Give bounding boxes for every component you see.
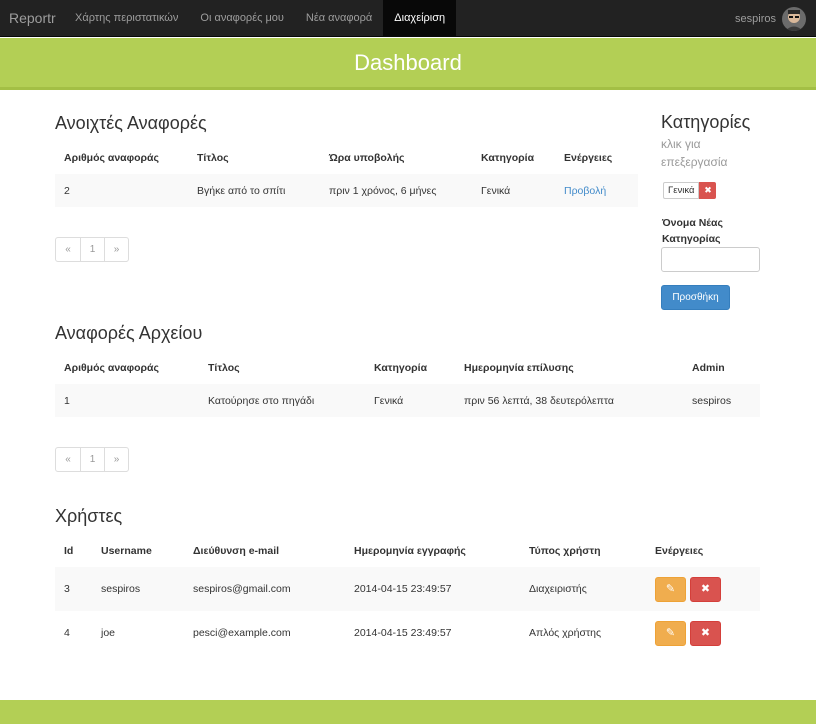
column-header: Αριθμός αναφοράς [64, 151, 159, 164]
users-heading: Χρήστες [55, 506, 123, 526]
archive-reports-heading: Αναφορές Αρχείου [55, 323, 203, 343]
footer-strip [0, 700, 816, 724]
open-reports-pagination: « 1 » [55, 237, 129, 262]
remove-icon: ✖ [700, 626, 711, 639]
nav-item-my-reports[interactable]: Οι αναφορές μου [189, 0, 295, 37]
category-tag[interactable]: Γενικά ✖ [663, 182, 717, 199]
user-username: joe [101, 627, 116, 639]
column-header: Ώρα υποβολής [329, 151, 405, 164]
new-category-label: Όνομα Νέας Κατηγορίας [662, 217, 723, 245]
pencil-icon: ✎ [665, 582, 676, 595]
delete-user-button[interactable]: ✖ [689, 620, 721, 646]
column-header: Username [101, 544, 152, 557]
user-actions: ✎ ✖ [646, 567, 760, 611]
categories-heading: Κατηγορίες [661, 112, 751, 132]
avatar [782, 6, 806, 31]
nav-item-admin[interactable]: Διαχείριση [383, 0, 457, 37]
archive-reports-pagination: « 1 » [55, 447, 129, 472]
column-header: Κατηγορία [374, 361, 428, 374]
column-header: Ημερομηνία εγγραφής [354, 544, 466, 557]
column-header: Admin [692, 361, 725, 374]
report-title: Κατούρησε στο πηγάδι [199, 384, 365, 417]
username-label: sespiros [735, 12, 776, 25]
user-actions: ✎ ✖ [646, 611, 760, 655]
column-header: Αριθμός αναφοράς [64, 361, 159, 374]
users-table: Id Username Διεύθυνση e-mail Ημερομηνία … [55, 534, 760, 655]
user-type: Απλός χρήστης [529, 627, 602, 639]
nav-item-new-report[interactable]: Νέα αναφορά [295, 0, 383, 37]
column-header: Διεύθυνση e-mail [193, 544, 280, 557]
user-menu[interactable]: sespiros [735, 4, 806, 33]
navbar: Reportr Χάρτης περιστατικών Οι αναφορές … [0, 0, 816, 37]
nav-item-incident-map[interactable]: Χάρτης περιστατικών [64, 0, 189, 37]
column-header: Κατηγορία [481, 151, 535, 164]
pagination-prev[interactable]: « [56, 448, 80, 471]
categories-hint: κλικ για επεξεργασία [661, 137, 728, 169]
pagination-next[interactable]: » [104, 448, 128, 471]
table-header-row: Id Username Διεύθυνση e-mail Ημερομηνία … [55, 534, 760, 567]
column-header: Τίτλος [197, 151, 229, 164]
table-row: 1 Κατούρησε στο πηγάδι Γενικά πριν 56 λε… [55, 384, 760, 417]
new-category-input[interactable] [661, 247, 760, 272]
table-header-row: Αριθμός αναφοράς Τίτλος Κατηγορία Ημερομ… [55, 351, 760, 384]
report-admin: sespiros [683, 384, 760, 417]
pencil-icon: ✎ [665, 626, 676, 639]
report-title: Βγήκε από το σπίτι [188, 174, 320, 207]
user-id: 4 [64, 627, 70, 639]
column-header: Τύπος χρήστη [529, 544, 601, 557]
edit-user-button[interactable]: ✎ [655, 576, 686, 602]
page-title: Dashboard [354, 50, 462, 75]
add-category-button[interactable]: Προσθήκη [661, 285, 730, 310]
view-report-link[interactable]: Προβολή [564, 185, 606, 197]
user-registered: 2014-04-15 23:49:57 [345, 567, 520, 611]
remove-icon[interactable]: ✖ [699, 182, 717, 199]
user-email: pesci@example.com [193, 627, 291, 639]
remove-icon: ✖ [700, 582, 711, 595]
report-submitted: πριν 1 χρόνος, 6 μήνες [320, 174, 472, 207]
column-header: Ημερομηνία επίλυσης [464, 361, 574, 374]
category-tag-label[interactable]: Γενικά [663, 182, 700, 199]
report-resolved: πριν 56 λεπτά, 38 δευτερόλεπτα [455, 384, 683, 417]
pagination-page[interactable]: 1 [80, 238, 104, 261]
user-id: 3 [55, 567, 92, 611]
pagination-next[interactable]: » [104, 238, 128, 261]
brand-logo[interactable]: Reportr [9, 0, 56, 37]
archive-reports-table: Αριθμός αναφοράς Τίτλος Κατηγορία Ημερομ… [55, 351, 760, 417]
report-id: 1 [55, 384, 199, 417]
pagination-prev[interactable]: « [56, 238, 80, 261]
table-row: 2 Βγήκε από το σπίτι πριν 1 χρόνος, 6 μή… [55, 174, 638, 207]
user-username: sespiros [92, 567, 184, 611]
user-email: sespiros@gmail.com [184, 567, 345, 611]
table-row: 4 joe pesci@example.com 2014-04-15 23:49… [55, 611, 760, 655]
report-category: Γενικά [472, 174, 555, 207]
column-header: Ενέργειες [564, 151, 613, 164]
delete-user-button[interactable]: ✖ [689, 576, 721, 602]
open-reports-table: Αριθμός αναφοράς Τίτλος Ώρα υποβολής Κατ… [55, 141, 638, 207]
edit-user-button[interactable]: ✎ [655, 620, 686, 646]
page-banner: Dashboard [0, 38, 816, 90]
nav-menu: Χάρτης περιστατικών Οι αναφορές μου Νέα … [64, 0, 457, 37]
table-row: 3 sespiros sespiros@gmail.com 2014-04-15… [55, 567, 760, 611]
column-header: Ενέργειες [655, 544, 704, 557]
report-id: 2 [55, 174, 188, 207]
column-header: Τίτλος [208, 361, 240, 374]
user-registered: 2014-04-15 23:49:57 [354, 627, 452, 639]
column-header: Id [64, 544, 74, 557]
report-category: Γενικά [365, 384, 455, 417]
user-type: Διαχειριστής [520, 567, 646, 611]
table-header-row: Αριθμός αναφοράς Τίτλος Ώρα υποβολής Κατ… [55, 141, 638, 174]
open-reports-heading: Ανοιχτές Αναφορές [55, 113, 207, 133]
pagination-page[interactable]: 1 [80, 448, 104, 471]
